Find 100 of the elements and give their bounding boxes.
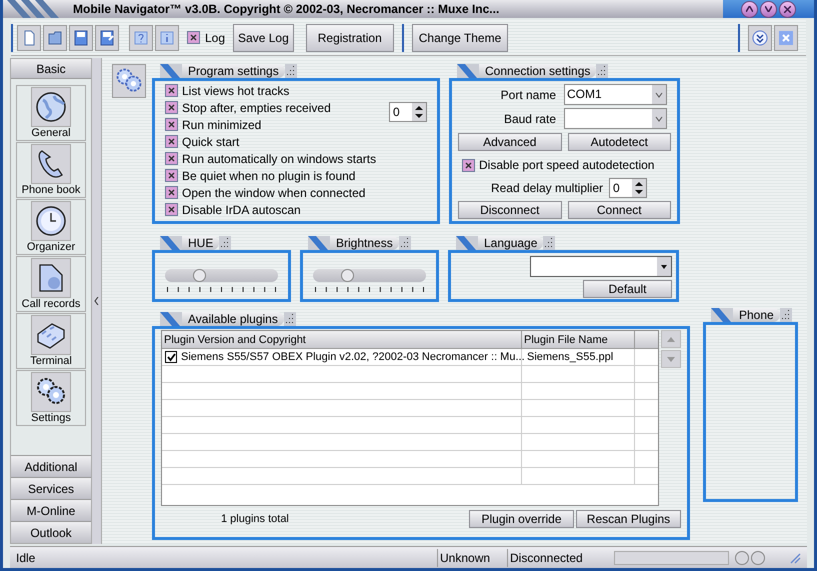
floppy-icon xyxy=(74,30,88,46)
option-label: List views hot tracks xyxy=(182,82,290,100)
slider-track[interactable] xyxy=(165,269,278,282)
checkbox[interactable] xyxy=(165,152,178,165)
option-label: Stop after, empties received xyxy=(182,100,331,116)
checkbox[interactable] xyxy=(165,101,178,114)
checkbox[interactable] xyxy=(462,158,475,172)
caret-down-icon xyxy=(652,85,666,104)
close-icon xyxy=(778,30,794,46)
toolbar-button[interactable] xyxy=(95,24,119,50)
push-button[interactable]: Rescan Plugins xyxy=(576,510,681,528)
checkbox[interactable] xyxy=(165,203,178,216)
checkbox[interactable] xyxy=(165,135,178,148)
status-text: Disconnected xyxy=(509,550,584,566)
cross-mark-icon xyxy=(168,138,175,145)
window-title: Mobile Navigator™ v3.0B. Copyright © 2002-03, Necromancer :: Muxe Inc... xyxy=(73,1,500,18)
close-button[interactable] xyxy=(779,0,796,18)
option-label: Be quiet when no plugin is found xyxy=(182,168,356,184)
sidebar-section[interactable]: Services xyxy=(11,477,91,499)
spin-field[interactable]: 0 xyxy=(609,178,647,198)
toolbar-button[interactable] xyxy=(43,24,67,50)
push-button[interactable]: Default xyxy=(583,280,672,298)
checkbox[interactable] xyxy=(187,31,200,44)
field-label: Baud rate xyxy=(502,110,557,128)
plugin-row[interactable]: Siemens S55/S57 OBEX Plugin v2.02, ?2002-03 Necromancer :: Mu... Siemens_S55.ppl xyxy=(162,349,658,366)
push-button[interactable]: Plugin override xyxy=(469,510,574,528)
grip-icon xyxy=(543,236,556,250)
led-icon xyxy=(735,550,749,564)
status-text: Unknown xyxy=(438,548,508,566)
checkbox[interactable] xyxy=(165,169,178,182)
caret-down-icon xyxy=(657,257,671,276)
collapse-button[interactable] xyxy=(748,24,772,50)
column-header[interactable]: Plugin File Name xyxy=(522,331,635,348)
gears-icon xyxy=(112,64,146,98)
close-icon xyxy=(784,6,791,12)
sidebar-item[interactable]: Phone book xyxy=(16,142,86,198)
sidebar-section[interactable]: Additional xyxy=(11,455,91,477)
spin-arrows-icon xyxy=(412,103,426,121)
push-button[interactable]: Change Theme xyxy=(412,24,508,52)
table-cell-text: Siemens_S55.ppl xyxy=(527,350,614,365)
language-combo[interactable] xyxy=(530,256,672,277)
group-title: HUE xyxy=(182,236,220,250)
slider-thumb[interactable] xyxy=(192,269,206,282)
chevron-left-icon xyxy=(94,297,99,305)
spin-field[interactable]: 0 xyxy=(389,102,427,122)
column-header[interactable]: Plugin Version and Copyright xyxy=(162,331,522,348)
checkbox[interactable] xyxy=(165,118,178,131)
help-icon xyxy=(134,30,148,44)
toolbar-button[interactable] xyxy=(17,24,41,50)
sidebar-header[interactable]: Basic xyxy=(11,59,91,79)
cross-mark-icon xyxy=(190,34,197,41)
clock-icon xyxy=(34,204,68,238)
checkbox[interactable] xyxy=(165,186,178,199)
info-icon xyxy=(160,30,174,44)
push-button[interactable]: Advanced xyxy=(458,133,562,151)
sidebar-item[interactable]: Call records xyxy=(16,256,86,312)
slider-thumb[interactable] xyxy=(340,269,354,282)
push-button[interactable]: Save Log xyxy=(233,24,294,52)
option-label: Disable IrDA autoscan xyxy=(182,202,301,218)
cross-mark-icon xyxy=(168,189,175,196)
sidebar-item[interactable]: Terminal xyxy=(16,313,86,369)
sidebar-section[interactable]: M-Online xyxy=(11,499,91,521)
minimize-button[interactable] xyxy=(760,0,777,18)
folder-icon xyxy=(48,30,62,46)
field-label: Read delay multiplier xyxy=(490,180,603,197)
log-label: Log xyxy=(205,30,226,46)
push-button[interactable]: Disconnect xyxy=(458,201,562,219)
field-label: Port name xyxy=(500,86,557,104)
stripe-icon xyxy=(456,236,478,250)
sidebar-section[interactable]: Outlook xyxy=(11,521,91,543)
cross-mark-icon xyxy=(168,104,175,111)
checkbox[interactable] xyxy=(165,84,178,97)
sidebar-item[interactable]: Settings xyxy=(16,370,86,426)
cross-mark-icon xyxy=(168,121,175,128)
group-title: Language xyxy=(478,236,544,250)
port-name-combo[interactable]: COM1 xyxy=(564,84,667,105)
stripe-icon xyxy=(711,308,733,322)
scroll-up-button[interactable] xyxy=(741,0,758,18)
push-button[interactable]: Autodetect xyxy=(568,133,671,151)
checkbox[interactable] xyxy=(165,351,177,363)
sidebar-item[interactable]: Organizer xyxy=(16,199,86,255)
sidebar-item[interactable]: General xyxy=(16,85,86,141)
baud-rate-combo[interactable] xyxy=(564,108,667,129)
status-text: Idle xyxy=(10,548,438,566)
stripe-icon xyxy=(160,312,182,326)
cross-mark-icon xyxy=(168,155,175,162)
resize-grip-icon xyxy=(789,552,801,564)
group-title: Connection settings xyxy=(479,64,596,78)
caret-down-icon xyxy=(765,6,772,12)
cross-mark-icon xyxy=(465,162,472,168)
push-button[interactable]: Connect xyxy=(568,201,671,219)
globe-icon xyxy=(34,90,68,124)
cross-mark-icon xyxy=(168,206,175,213)
slider-track[interactable] xyxy=(313,269,426,282)
toolbar-button[interactable] xyxy=(69,24,93,50)
push-button[interactable]: Registration xyxy=(306,24,394,52)
group-title: Available plugins xyxy=(182,312,284,326)
stripe-icon xyxy=(160,236,182,250)
caret-up-icon xyxy=(667,336,675,342)
stripe-icon xyxy=(457,64,479,78)
